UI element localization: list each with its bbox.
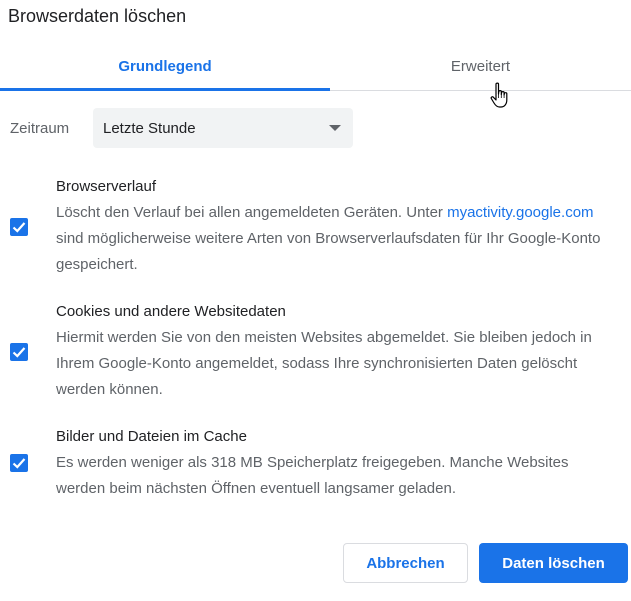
cookies-title: Cookies und andere Websitedaten xyxy=(56,303,286,320)
dropdown-arrow-icon xyxy=(329,125,341,131)
cookies-desc: Hiermit werden Sie von den meisten Websi… xyxy=(56,329,592,398)
tab-basic[interactable]: Grundlegend xyxy=(0,44,330,91)
clear-browsing-data-dialog: Browserdaten löschen Grundlegend Erweite… xyxy=(0,0,631,601)
time-range-row: Zeitraum Letzte Stunde xyxy=(10,108,353,148)
browsing-history-desc: Löscht den Verlauf bei allen angemeldete… xyxy=(56,200,621,278)
dialog-title: Browserdaten löschen xyxy=(8,6,187,26)
cache-text: Bilder und Dateien im Cache Es werden we… xyxy=(56,424,621,502)
tab-basic-label: Grundlegend xyxy=(118,57,212,75)
browsing-history-text: Browserverlauf Löscht den Verlauf bei al… xyxy=(56,174,621,278)
tab-advanced[interactable]: Erweitert xyxy=(330,44,631,88)
time-range-value: Letzte Stunde xyxy=(103,119,196,137)
checkmark-icon xyxy=(12,222,26,233)
clear-data-button[interactable]: Daten löschen xyxy=(479,543,628,583)
browsing-history-desc-part1: Löscht den Verlauf bei allen angemeldete… xyxy=(56,204,448,221)
cookies-checkbox[interactable] xyxy=(10,343,28,361)
myactivity-link[interactable]: myactivity.google.com xyxy=(447,204,593,221)
browsing-history-checkbox[interactable] xyxy=(10,218,28,236)
hand-cursor-icon xyxy=(489,82,513,110)
time-range-label: Zeitraum xyxy=(10,119,70,137)
cancel-button[interactable]: Abbrechen xyxy=(343,543,468,583)
browsing-history-desc-part2: sind möglicherweise weitere Arten von Br… xyxy=(56,230,601,273)
time-range-select[interactable]: Letzte Stunde xyxy=(93,108,353,148)
browsing-history-title: Browserverlauf xyxy=(56,178,157,195)
checkmark-icon xyxy=(12,458,26,469)
cache-desc: Es werden weniger als 318 MB Speicherpla… xyxy=(56,454,569,497)
checkmark-icon xyxy=(12,347,26,358)
tab-advanced-label: Erweitert xyxy=(450,57,511,75)
cookies-text: Cookies und andere Websitedaten Hiermit … xyxy=(56,299,621,403)
cache-title: Bilder und Dateien im Cache xyxy=(56,428,247,445)
tab-bar: Grundlegend Erweitert xyxy=(0,44,631,91)
cache-checkbox[interactable] xyxy=(10,454,28,472)
